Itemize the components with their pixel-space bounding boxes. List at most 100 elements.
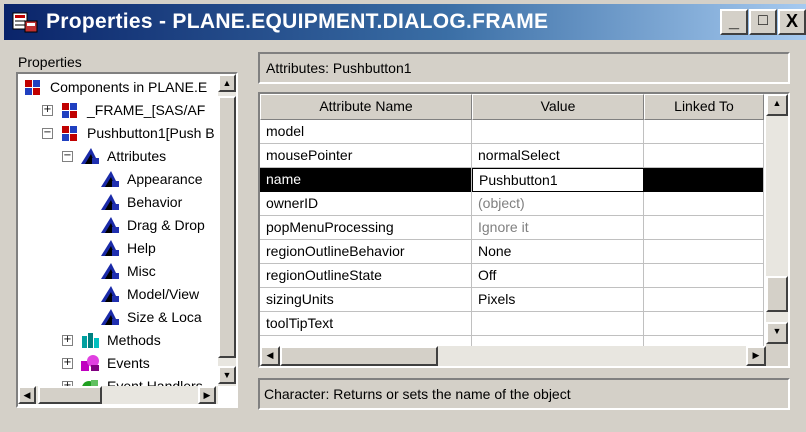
tree-expander-minus-icon[interactable]: − bbox=[62, 150, 73, 162]
tree-vertical-scrollbar[interactable]: ▲ ▼ bbox=[218, 74, 236, 386]
attribute-grid[interactable]: Attribute Name Value Linked To model mous… bbox=[258, 92, 790, 368]
tree-item-label: Attributes bbox=[107, 148, 167, 164]
attribute-value-cell[interactable]: Ignore it bbox=[472, 216, 644, 240]
attribute-name-cell[interactable]: regionOutlineBehavior bbox=[260, 240, 472, 264]
attribute-linked-cell[interactable] bbox=[644, 216, 764, 240]
attributes-header-text: Attributes: Pushbutton1 bbox=[266, 60, 412, 76]
attribute-category-icon bbox=[99, 284, 121, 304]
tree-item-attributes[interactable]: − Attributes bbox=[62, 145, 166, 167]
grid-scroll-down-button[interactable]: ▼ bbox=[766, 322, 788, 344]
grid-horizontal-scrollbar[interactable]: ◀ ▶ bbox=[260, 346, 766, 366]
title-bar[interactable]: Properties - PLANE.EQUIPMENT.DIALOG.FRAM… bbox=[4, 4, 806, 40]
attribute-value-cell[interactable]: Off bbox=[472, 264, 644, 288]
attribute-category-icon bbox=[99, 215, 121, 235]
attribute-value-cell[interactable]: None bbox=[472, 240, 644, 264]
tree-hscroll-thumb[interactable] bbox=[38, 386, 102, 404]
column-header-linked-to[interactable]: Linked To bbox=[644, 94, 764, 120]
attribute-name-cell[interactable]: popMenuProcessing bbox=[260, 216, 472, 240]
tree-item-misc[interactable]: Misc bbox=[82, 260, 156, 282]
tree-scroll-thumb[interactable] bbox=[218, 96, 236, 358]
column-header-value[interactable]: Value bbox=[472, 94, 644, 120]
attribute-linked-cell[interactable] bbox=[644, 240, 764, 264]
grid-scroll-right-button[interactable]: ▶ bbox=[746, 346, 766, 366]
tree-item-label: Appearance bbox=[127, 171, 203, 187]
attribute-name-cell[interactable]: model bbox=[260, 120, 472, 144]
tree-item-frame-sas-af[interactable]: + _FRAME_[SAS/AF bbox=[42, 99, 205, 121]
attribute-row-model[interactable]: model bbox=[260, 120, 764, 144]
attribute-value-cell[interactable]: Pushbutton1 bbox=[472, 168, 644, 192]
attribute-name-cell[interactable]: toolTipText bbox=[260, 312, 472, 336]
tree-horizontal-scrollbar[interactable]: ◀ ▶ bbox=[18, 386, 218, 404]
tree-expander-plus-icon[interactable]: + bbox=[62, 334, 73, 346]
attribute-name-cell[interactable]: mousePointer bbox=[260, 144, 472, 168]
attribute-row-popmenuprocessing[interactable]: popMenuProcessing Ignore it bbox=[260, 216, 764, 240]
attribute-linked-cell[interactable] bbox=[644, 192, 764, 216]
tree-item-size-loca[interactable]: Size & Loca bbox=[82, 306, 202, 328]
tree-item-appearance[interactable]: Appearance bbox=[82, 168, 203, 190]
attribute-linked-cell[interactable] bbox=[644, 264, 764, 288]
attribute-category-icon bbox=[99, 261, 121, 281]
grid-hscroll-thumb[interactable] bbox=[280, 346, 438, 366]
tree-item-components-in-plane-e[interactable]: Components in PLANE.E bbox=[22, 76, 207, 98]
attribute-row-regionoutlinebehavior[interactable]: regionOutlineBehavior None bbox=[260, 240, 764, 264]
tree-item-label: Pushbutton1[Push B bbox=[87, 125, 215, 141]
tree-expander-plus-icon[interactable]: + bbox=[62, 357, 73, 369]
tree-item-label: Events bbox=[107, 355, 150, 371]
attribute-category-icon bbox=[99, 169, 121, 189]
column-header-attribute-name[interactable]: Attribute Name bbox=[260, 94, 472, 120]
attribute-linked-cell[interactable] bbox=[644, 144, 764, 168]
attribute-row-name[interactable]: name Pushbutton1 bbox=[260, 168, 764, 192]
attribute-description-text: Character: Returns or sets the name of t… bbox=[264, 386, 571, 402]
grid-scroll-up-button[interactable]: ▲ bbox=[766, 94, 788, 116]
grid-header: Attribute Name Value Linked To bbox=[260, 94, 764, 120]
minimize-button[interactable]: _ bbox=[720, 9, 748, 35]
tree-item-behavior[interactable]: Behavior bbox=[82, 191, 182, 213]
tree-scroll-up-button[interactable]: ▲ bbox=[218, 74, 236, 92]
attribute-value-cell[interactable] bbox=[472, 120, 644, 144]
attribute-description-panel: Character: Returns or sets the name of t… bbox=[258, 378, 790, 410]
attribute-name-cell[interactable]: sizingUnits bbox=[260, 288, 472, 312]
component-tree[interactable]: Components in PLANE.E + _FRAME_[SAS/AF − Pus… bbox=[16, 72, 238, 408]
attribute-row-mousepointer[interactable]: mousePointer normalSelect bbox=[260, 144, 764, 168]
attribute-value-cell[interactable] bbox=[472, 312, 644, 336]
window-title: Properties - PLANE.EQUIPMENT.DIALOG.FRAM… bbox=[46, 10, 549, 33]
attribute-name-cell[interactable]: ownerID bbox=[260, 192, 472, 216]
maximize-button[interactable]: □ bbox=[749, 9, 777, 35]
grid-vertical-scrollbar[interactable]: ▲ ▼ bbox=[766, 94, 788, 344]
tree-scroll-right-button[interactable]: ▶ bbox=[198, 386, 216, 404]
grid-scroll-left-button[interactable]: ◀ bbox=[260, 346, 280, 366]
attribute-name-cell[interactable]: regionOutlineState bbox=[260, 264, 472, 288]
tree-item-label: _FRAME_[SAS/AF bbox=[87, 102, 206, 118]
attribute-row-regionoutlinestate[interactable]: regionOutlineState Off bbox=[260, 264, 764, 288]
tree-item-model-view[interactable]: Model/View bbox=[82, 283, 199, 305]
tree-item-label: Components in PLANE.E bbox=[50, 79, 208, 95]
properties-label: Properties bbox=[18, 54, 82, 70]
attribute-linked-cell[interactable] bbox=[644, 120, 764, 144]
tree-expander-minus-icon[interactable]: − bbox=[42, 127, 53, 139]
attribute-linked-cell[interactable] bbox=[644, 288, 764, 312]
attribute-row-tooltiptext[interactable]: toolTipText bbox=[260, 312, 764, 336]
attribute-linked-cell[interactable] bbox=[644, 312, 764, 336]
tree-item-methods[interactable]: + Methods bbox=[62, 329, 161, 351]
tree-scroll-down-button[interactable]: ▼ bbox=[218, 366, 236, 384]
attribute-row-sizingunits[interactable]: sizingUnits Pixels bbox=[260, 288, 764, 312]
tree-item-pushbutton1-push-b[interactable]: − Pushbutton1[Push B bbox=[42, 122, 215, 144]
grid-scroll-thumb[interactable] bbox=[766, 276, 788, 312]
tree-item-label: Help bbox=[127, 240, 156, 256]
attribute-value-cell[interactable]: Pixels bbox=[472, 288, 644, 312]
close-button[interactable]: X bbox=[778, 9, 806, 35]
tree-item-events[interactable]: + Events bbox=[62, 352, 150, 374]
tree-item-help[interactable]: Help bbox=[82, 237, 156, 259]
tree-item-drag-drop[interactable]: Drag & Drop bbox=[82, 214, 205, 236]
attribute-linked-cell[interactable] bbox=[644, 168, 764, 192]
tree-item-label: Misc bbox=[127, 263, 156, 279]
attribute-category-icon bbox=[99, 238, 121, 258]
attributes-icon bbox=[79, 146, 101, 166]
attribute-name-cell[interactable]: name bbox=[260, 168, 472, 192]
attribute-category-icon bbox=[99, 192, 121, 212]
attribute-row-ownerid[interactable]: ownerID (object) bbox=[260, 192, 764, 216]
tree-scroll-left-button[interactable]: ◀ bbox=[18, 386, 36, 404]
attribute-value-cell[interactable]: (object) bbox=[472, 192, 644, 216]
attribute-value-cell[interactable]: normalSelect bbox=[472, 144, 644, 168]
tree-expander-plus-icon[interactable]: + bbox=[42, 104, 53, 116]
